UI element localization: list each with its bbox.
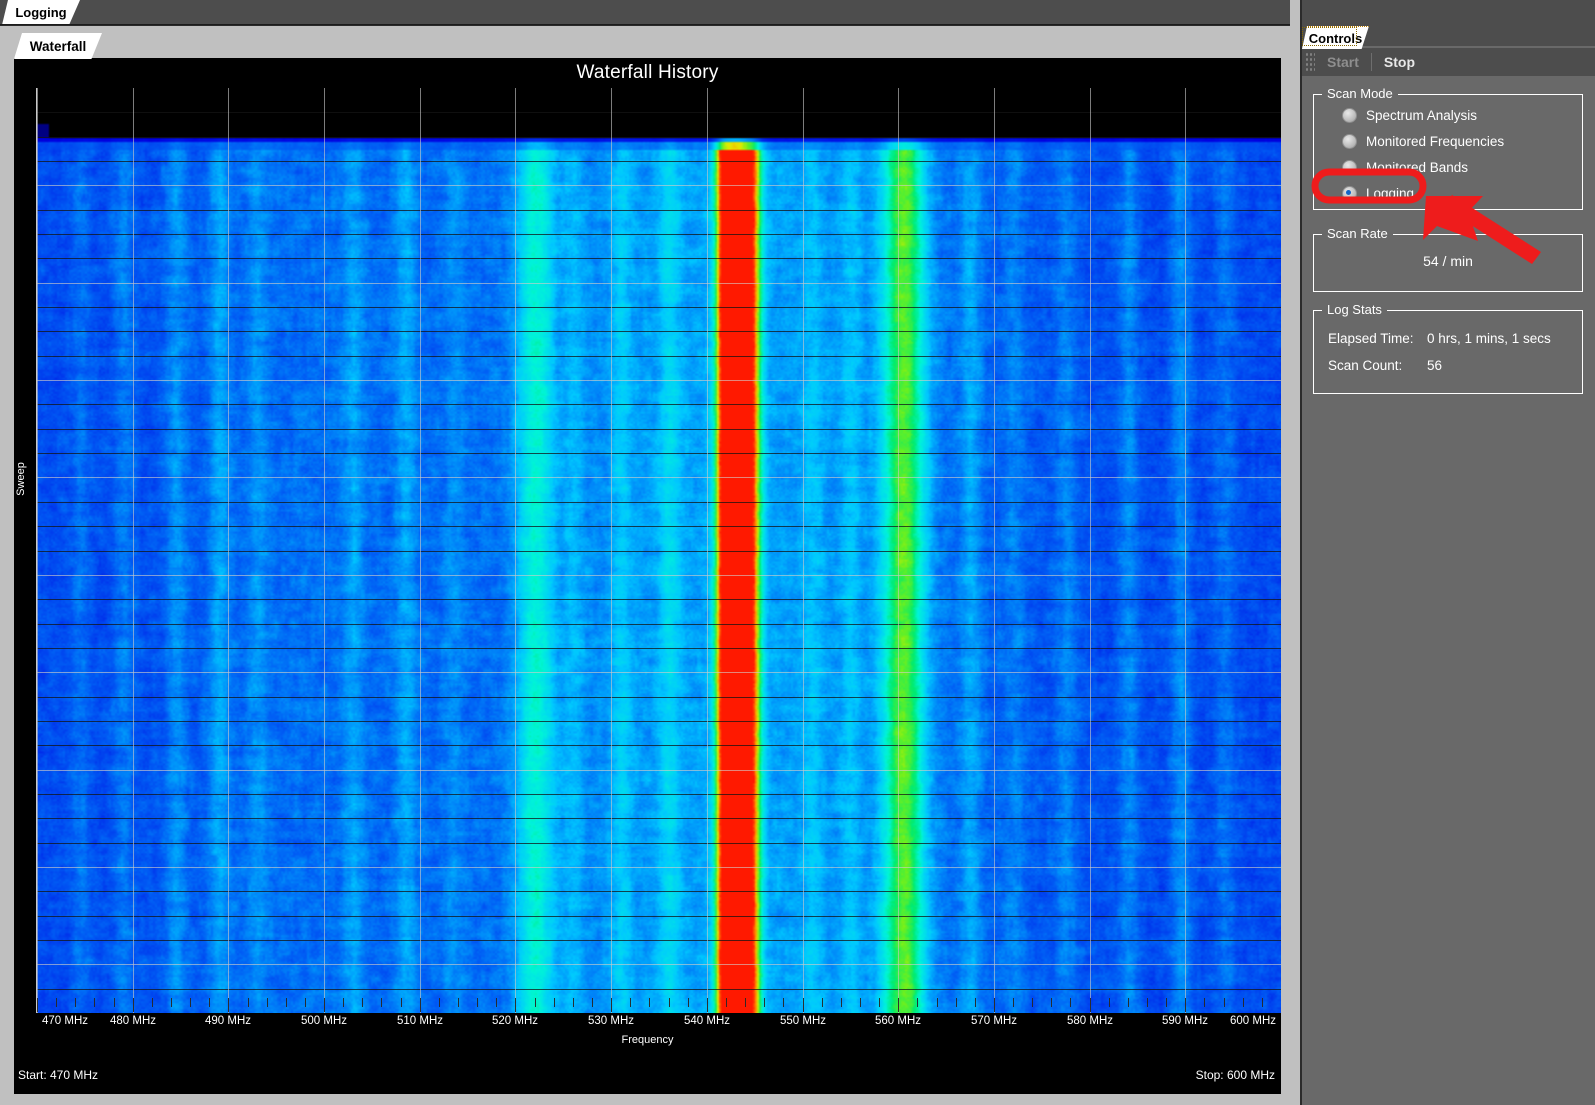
panel-splitter[interactable] — [1290, 0, 1300, 1105]
body-top-divider — [0, 25, 1290, 26]
scan-mode-option-0[interactable]: Spectrum Analysis — [1342, 102, 1582, 128]
x-tick-label: 520 MHz — [491, 1015, 539, 1027]
x-axis-label: Frequency — [621, 1034, 674, 1046]
scan-mode-option-label: Spectrum Analysis — [1366, 107, 1478, 123]
x-tick-label: 470 MHz — [41, 1015, 89, 1027]
radio-button-icon[interactable] — [1342, 133, 1357, 149]
x-tick-label: 600 MHz — [1229, 1015, 1277, 1027]
panel-splitter-line — [1300, 0, 1302, 1105]
x-tick-label: 480 MHz — [109, 1015, 157, 1027]
application-window: Logging Waterfall Waterfall History Swee… — [0, 0, 1595, 1105]
x-tick-label: 560 MHz — [874, 1015, 922, 1027]
x-tick-label: 540 MHz — [683, 1015, 731, 1027]
scan-mode-legend: Scan Mode — [1322, 86, 1398, 101]
radio-button-icon[interactable] — [1342, 185, 1357, 201]
tab-logging[interactable]: Logging — [2, 0, 80, 25]
scan-mode-option-2[interactable]: Monitored Bands — [1342, 154, 1582, 180]
x-tick-label: 570 MHz — [970, 1015, 1018, 1027]
scan-mode-option-3[interactable]: Logging — [1342, 180, 1582, 206]
scan-mode-group: Scan Mode Spectrum Analysis Monitored Fre… — [1313, 86, 1583, 210]
start-frequency-readout: Start: 470 MHz — [18, 1068, 99, 1082]
x-tick-label: 550 MHz — [779, 1015, 827, 1027]
x-tick-label: 510 MHz — [396, 1015, 444, 1027]
controls-panel: Start Stop Scan Mode Spectrum Analysis Mo… — [1290, 0, 1595, 1105]
waterfall-plot-panel[interactable]: Waterfall History Sweep 470 MHz 480 MHz 49… — [14, 58, 1281, 1094]
scan-count-value: 56 — [1427, 358, 1443, 373]
page-title: Waterfall History — [576, 62, 719, 83]
scan-mode-option-label: Monitored Bands — [1366, 159, 1469, 175]
waterfall-canvas — [37, 88, 1281, 1013]
x-tick-label: 590 MHz — [1161, 1015, 1209, 1027]
scan-mode-option-1[interactable]: Monitored Frequencies — [1342, 128, 1582, 154]
log-stats-legend: Log Stats — [1322, 302, 1387, 317]
controls-toolbar: Start Stop — [1302, 48, 1595, 76]
radio-button-icon[interactable] — [1342, 107, 1357, 123]
x-axis-tick-labels: 470 MHz 480 MHz 490 MHz 500 MHz 510 MHz 520 M… — [14, 1015, 1281, 1035]
x-tick-label: 530 MHz — [587, 1015, 635, 1027]
waterfall-image — [37, 88, 1281, 1013]
scan-rate-legend: Scan Rate — [1322, 226, 1393, 241]
scan-count-label: Scan Count: — [1328, 358, 1403, 373]
x-tick-label: 580 MHz — [1066, 1015, 1114, 1027]
y-axis-label: Sweep — [14, 462, 27, 496]
scan-rate-group: Scan Rate 54 / min — [1313, 226, 1583, 292]
x-tick-label: 500 MHz — [300, 1015, 348, 1027]
tab-waterfall[interactable]: Waterfall — [14, 33, 102, 59]
x-tick-label: 490 MHz — [204, 1015, 252, 1027]
stop-button[interactable]: Stop — [1372, 52, 1427, 72]
radio-button-icon[interactable] — [1342, 159, 1357, 175]
log-stats-group: Log Stats Elapsed Time: 0 hrs, 1 mins, 1… — [1313, 302, 1583, 394]
scan-mode-option-label: Logging — [1366, 185, 1415, 201]
scan-rate-value: 54 / min — [1423, 253, 1473, 269]
elapsed-time-value: 0 hrs, 1 mins, 1 secs — [1427, 331, 1551, 346]
tab-controls[interactable]: Controls — [1302, 26, 1369, 49]
scan-mode-option-label: Monitored Frequencies — [1366, 133, 1505, 149]
stop-frequency-readout: Stop: 600 MHz — [1195, 1068, 1275, 1082]
toolbar-gripper-icon[interactable] — [1305, 52, 1315, 72]
start-button[interactable]: Start — [1315, 52, 1371, 72]
elapsed-time-label: Elapsed Time: — [1328, 331, 1414, 346]
